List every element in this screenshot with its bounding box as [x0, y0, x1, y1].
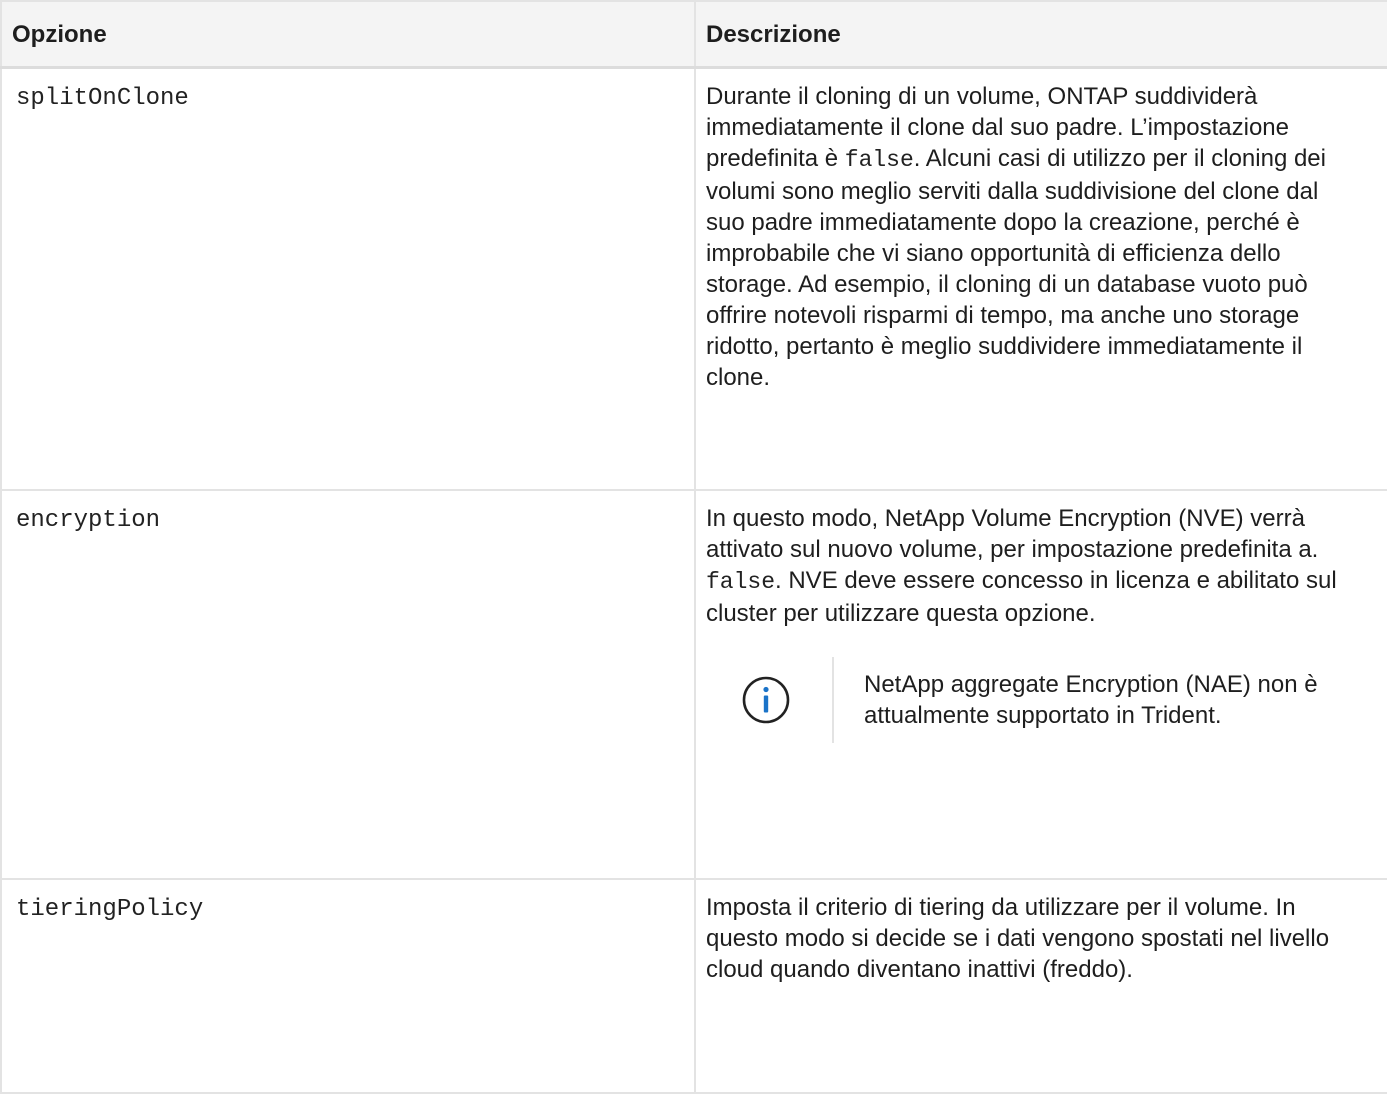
option-name: encryption	[16, 507, 161, 534]
table-row: tieringPolicy Imposta il criterio di tie…	[0, 878, 1387, 1094]
table-row: splitOnClone Durante il cloning di un vo…	[0, 66, 1387, 491]
option-cell: encryption	[0, 489, 696, 880]
description-text: Durante il cloning di un volume, ONTAP s…	[706, 81, 1361, 393]
description-cell: Imposta il criterio di tiering da utiliz…	[694, 878, 1387, 1094]
description-text: Imposta il criterio di tiering da utiliz…	[706, 892, 1361, 985]
admonition-note: NetApp aggregate Encryption (NAE) non è …	[706, 657, 1361, 743]
description-segment: . NVE deve essere concesso in licenza e …	[706, 567, 1337, 627]
option-name: tieringPolicy	[16, 896, 204, 923]
description-segment: . Alcuni casi di utilizzo per il cloning…	[706, 145, 1326, 391]
header-descrizione: Descrizione	[694, 0, 1387, 69]
note-text: NetApp aggregate Encryption (NAE) non è …	[832, 657, 1361, 743]
info-icon	[706, 675, 832, 725]
description-segment: In questo modo, NetApp Volume Encryption…	[706, 505, 1319, 563]
option-cell: splitOnClone	[0, 66, 696, 491]
inline-code: false	[844, 147, 914, 173]
description-cell: In questo modo, NetApp Volume Encryption…	[694, 489, 1387, 880]
description-cell: Durante il cloning di un volume, ONTAP s…	[694, 66, 1387, 491]
inline-code: false	[706, 569, 776, 595]
table-row: encryption In questo modo, NetApp Volume…	[0, 489, 1387, 880]
header-opzione: Opzione	[0, 0, 696, 69]
description-text: In questo modo, NetApp Volume Encryption…	[706, 503, 1361, 629]
option-name: splitOnClone	[16, 85, 189, 112]
table-header-row: Opzione Descrizione	[0, 0, 1387, 69]
option-cell: tieringPolicy	[0, 878, 696, 1094]
options-table: Opzione Descrizione splitOnClone Durante…	[0, 0, 1387, 1094]
description-segment: Imposta il criterio di tiering da utiliz…	[706, 894, 1330, 983]
